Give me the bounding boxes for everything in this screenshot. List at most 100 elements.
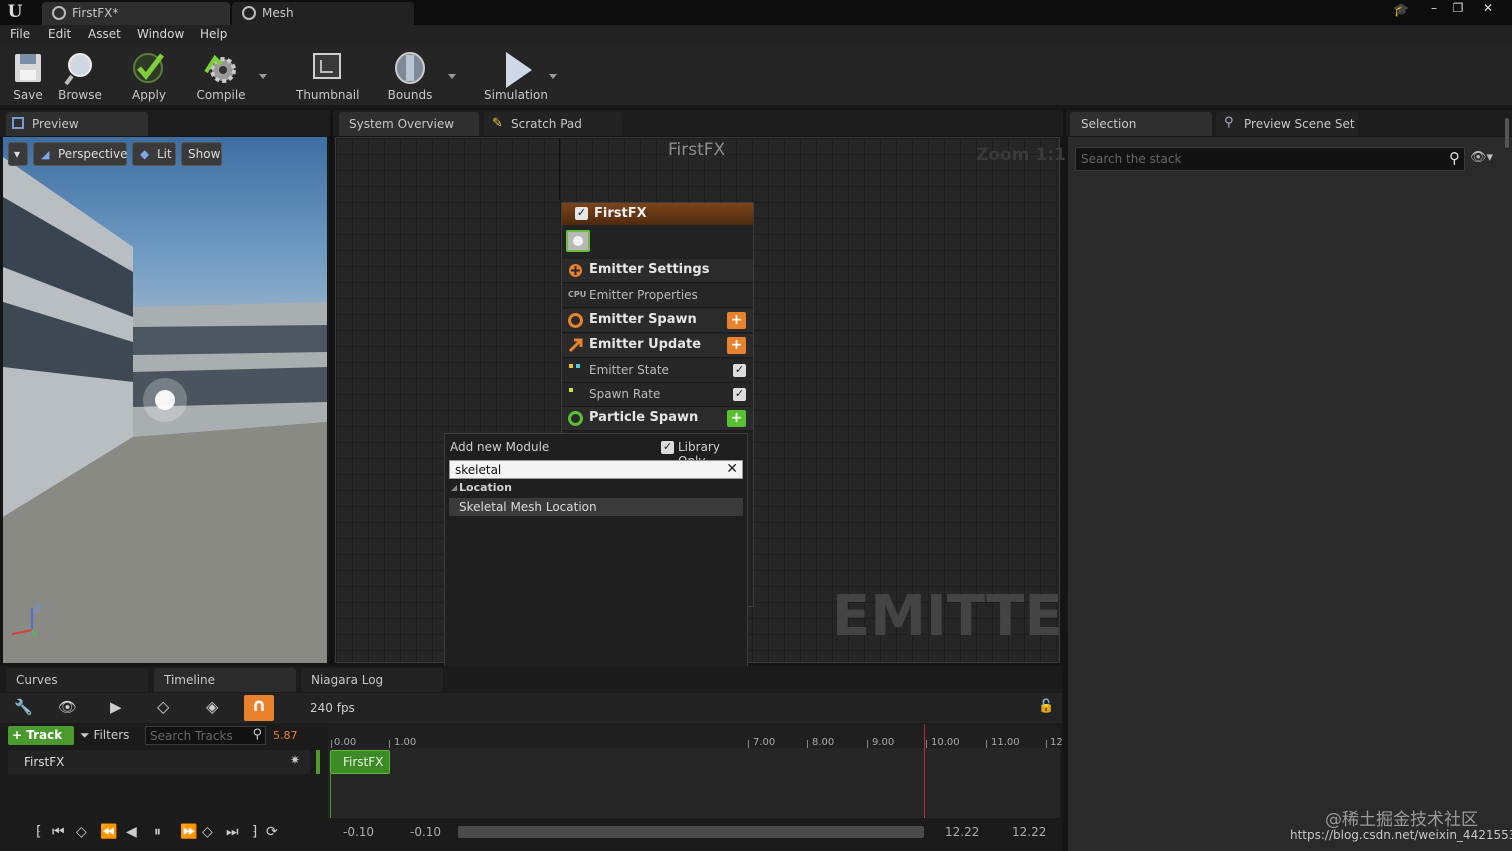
node-row-spawn-rate[interactable]: Spawn Rate ✓ — [562, 383, 753, 407]
range-start-a[interactable]: -0.10 — [343, 825, 374, 839]
filters-button[interactable]: ⏷ Filters — [80, 728, 129, 743]
tab-selection[interactable]: Selection — [1070, 112, 1212, 136]
viewport-options-dropdown[interactable]: ▾ — [8, 142, 28, 166]
node-row-emitter-state[interactable]: Emitter State ✓ — [562, 359, 753, 383]
step-forward-frame-icon[interactable]: ⏩ — [180, 824, 197, 840]
emitter-state-checkbox[interactable]: ✓ — [733, 364, 746, 377]
next-key-icon[interactable]: ◇ — [202, 824, 213, 840]
minimize-button[interactable]: – — [1424, 2, 1444, 16]
visibility-eye-icon[interactable]: 👁▾ — [1470, 150, 1493, 165]
play-icon — [506, 52, 532, 88]
node-row-emitter-settings[interactable]: Emitter Settings — [562, 259, 753, 283]
eye-icon[interactable]: 👁 — [58, 698, 77, 716]
category-location[interactable]: Location — [459, 481, 512, 494]
pause-icon[interactable]: ⏸ — [154, 824, 161, 840]
range-start-b[interactable]: -0.10 — [410, 825, 441, 839]
tab-scratch-pad[interactable]: ✎ Scratch Pad — [484, 112, 622, 136]
step-back-frame-icon[interactable]: ⏪ — [100, 824, 117, 840]
node-row-particle-spawn[interactable]: Particle Spawn + — [562, 407, 753, 431]
module-result-item[interactable]: Skeletal Mesh Location — [449, 498, 743, 516]
menu-edit[interactable]: Edit — [48, 27, 71, 41]
save-label: Save — [13, 88, 43, 102]
node-row-emitter-update[interactable]: Emitter Update + — [562, 334, 753, 358]
step-back-key-icon[interactable]: ⏮ — [52, 824, 65, 840]
panel-scrollbar[interactable] — [1505, 118, 1509, 148]
node-row-emitter-spawn[interactable]: Emitter Spawn + — [562, 309, 753, 333]
panel-splitter[interactable] — [330, 114, 332, 670]
tab-preview-scene-settings[interactable]: ⚲ Preview Scene Set — [1216, 112, 1358, 136]
search-tracks-input[interactable]: Search Tracks ⚲ — [145, 726, 266, 745]
lock-icon[interactable]: 🔓 — [1038, 699, 1054, 714]
module-search-input[interactable]: skeletal ✕ — [449, 460, 743, 479]
preview-viewport[interactable] — [3, 137, 327, 663]
clear-search-icon[interactable]: ✕ — [726, 461, 738, 477]
add-track-button[interactable]: + Track — [8, 726, 74, 745]
show-button[interactable]: Show — [181, 142, 222, 166]
search-icon[interactable]: ⚲ — [1449, 149, 1460, 167]
tab-niagara-log[interactable]: Niagara Log — [301, 668, 443, 692]
library-only-checkbox[interactable]: ✓ — [661, 441, 674, 454]
snap-magnet-button[interactable]: ∩ — [244, 695, 274, 721]
menu-help[interactable]: Help — [200, 27, 227, 41]
restore-button[interactable]: ❐ — [1448, 2, 1468, 16]
row-label: Emitter State — [589, 363, 669, 377]
emitter-clip[interactable]: FirstFX — [330, 750, 390, 774]
lit-button[interactable]: ◆ Lit — [132, 142, 176, 166]
perspective-button[interactable]: ◢ Perspective — [33, 142, 128, 166]
tab-curves[interactable]: Curves — [6, 668, 148, 692]
step-forward-key-icon[interactable]: ⏭ — [226, 824, 239, 840]
menu-asset[interactable]: Asset — [88, 27, 121, 41]
tab-timeline[interactable]: Timeline — [154, 668, 296, 692]
close-window-button[interactable]: ✕ — [1478, 2, 1498, 16]
row-label: Emitter Update — [589, 337, 702, 352]
current-time-readout[interactable]: 5.87 — [273, 729, 298, 742]
loop-icon[interactable]: ⟳ — [266, 824, 278, 840]
jump-to-end-icon[interactable]: ⁆ — [252, 824, 257, 840]
timeline-scrollbar[interactable] — [458, 826, 924, 838]
emitter-thumbnail[interactable] — [566, 230, 590, 252]
search-tracks-icon[interactable]: ⚲ — [252, 727, 262, 742]
track-settings-icon[interactable]: ✷ — [290, 753, 300, 767]
bounds-dropdown-arrow[interactable] — [448, 74, 456, 79]
jump-to-start-icon[interactable]: ⁅ — [36, 824, 41, 840]
category-expand-arrow[interactable]: ◢ — [451, 483, 457, 492]
add-emitter-update-module-button[interactable]: + — [727, 337, 746, 354]
simulation-dropdown-arrow[interactable] — [549, 74, 557, 79]
tab-system-overview[interactable]: System Overview — [339, 112, 479, 136]
perspective-label: Perspective — [58, 147, 128, 161]
add-emitter-spawn-module-button[interactable]: + — [727, 312, 746, 329]
range-end-b[interactable]: 12.22 — [1012, 825, 1046, 839]
key-tangent-icon[interactable]: ◈ — [206, 697, 218, 716]
emitter-node-header[interactable]: ✓ FirstFX — [562, 203, 753, 225]
doc-tab-mesh[interactable]: Mesh — [232, 2, 414, 25]
track-row[interactable]: FirstFX ✷ — [8, 750, 310, 774]
doc-tab-firstfx[interactable]: FirstFX* — [42, 2, 230, 25]
spawn-rate-checkbox[interactable]: ✓ — [733, 388, 746, 401]
apply-button[interactable]: Apply — [126, 48, 172, 104]
play-options-icon[interactable]: ▶ — [110, 698, 122, 716]
wrench-icon[interactable]: 🔧 — [14, 698, 33, 716]
browse-button[interactable]: Browse — [56, 48, 104, 104]
learn-hat-icon[interactable]: 🎓 — [1393, 3, 1411, 19]
bounds-button[interactable]: Bounds — [384, 48, 436, 104]
compile-dropdown-arrow[interactable] — [259, 74, 267, 79]
start-range-marker[interactable] — [330, 774, 331, 818]
tab-preview[interactable]: Preview — [6, 112, 148, 136]
prev-key-icon[interactable]: ◇ — [76, 824, 87, 840]
end-range-marker[interactable] — [924, 724, 925, 818]
menu-file[interactable]: File — [10, 27, 30, 41]
fps-dropdown[interactable]: 240 fps — [310, 701, 355, 715]
menu-window[interactable]: Window — [137, 27, 184, 41]
emitter-enabled-checkbox[interactable]: ✓ — [575, 207, 588, 220]
add-particle-spawn-module-button[interactable]: + — [727, 410, 746, 427]
save-button[interactable]: Save — [6, 48, 50, 104]
ruler-label: 10.00 — [931, 737, 960, 748]
stack-search-input[interactable]: Search the stack ⚲ — [1075, 147, 1465, 171]
range-end-a[interactable]: 12.22 — [945, 825, 979, 839]
node-row-emitter-properties[interactable]: CPU Emitter Properties — [562, 284, 753, 308]
thumbnail-button[interactable]: Thumbnail — [296, 48, 359, 104]
play-reverse-icon[interactable]: ◀ — [126, 824, 137, 840]
keyframe-icon[interactable]: ◇ — [157, 697, 169, 716]
simulation-button[interactable]: Simulation — [484, 48, 548, 104]
compile-button[interactable]: Compile — [194, 48, 248, 104]
